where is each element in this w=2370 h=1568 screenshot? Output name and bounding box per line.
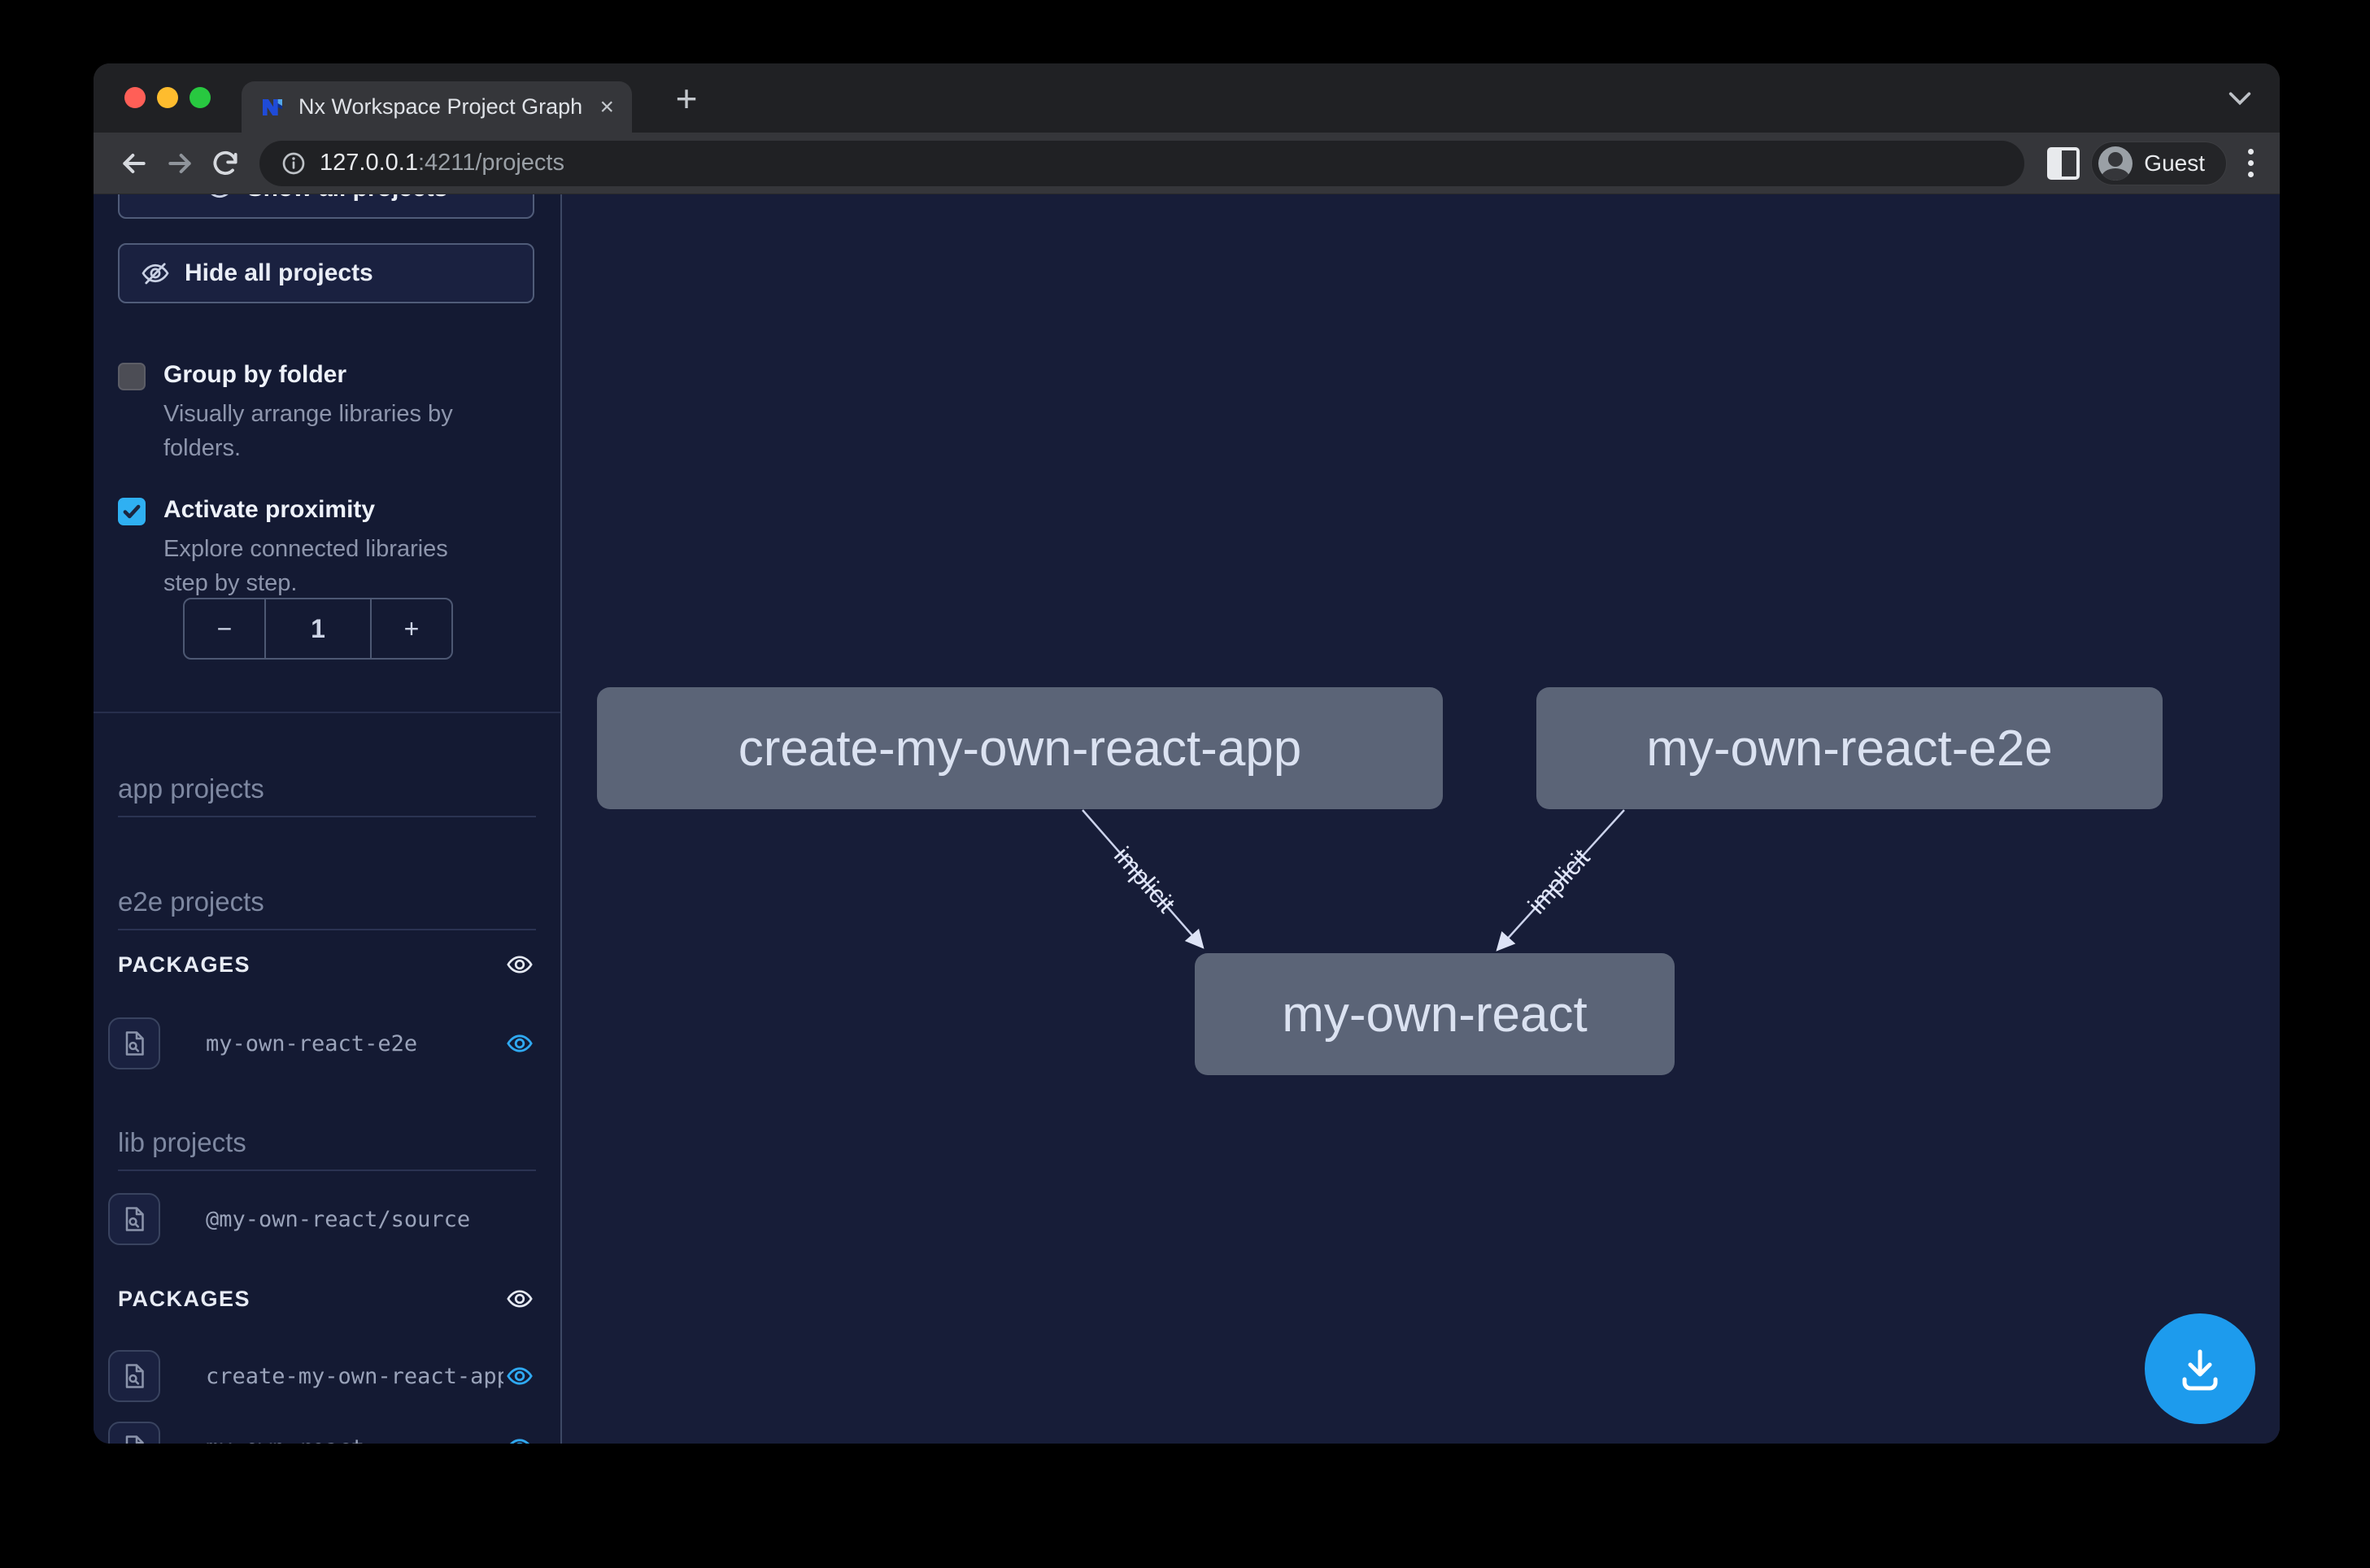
browser-window: Nx Workspace Project Graph × + (94, 63, 2280, 1444)
project-row-create-my-own-react-app[interactable]: create-my-own-react-app (108, 1350, 536, 1402)
tab-close-icon[interactable]: × (599, 95, 614, 120)
group-by-folder-row: Group by folder Visually arrange librari… (118, 361, 538, 465)
avatar (2098, 146, 2133, 181)
activate-proximity-label[interactable]: Activate proximity (163, 496, 538, 524)
file-search-icon[interactable] (108, 1422, 160, 1444)
graph-node-my-own-react-e2e[interactable]: my-own-react-e2e (1536, 687, 2163, 809)
forward-button[interactable] (157, 141, 203, 186)
profile-button[interactable]: Guest (2091, 142, 2227, 185)
show-all-projects-label: Show all projects (247, 194, 448, 203)
edge-e2e-to-my-own-react[interactable]: implicit (1497, 810, 1624, 950)
hide-all-projects-label: Hide all projects (185, 259, 373, 287)
project-name: my-own-react-e2e (206, 1031, 503, 1056)
group-by-folder-label[interactable]: Group by folder (163, 361, 538, 389)
activate-proximity-row: Activate proximity Explore connected lib… (118, 496, 538, 600)
side-panel-icon[interactable] (2047, 147, 2080, 180)
window-zoom-button[interactable] (190, 87, 211, 108)
project-visibility-eye-icon[interactable] (503, 1362, 536, 1390)
e2e-projects-header: e2e projects (118, 886, 536, 930)
file-search-icon[interactable] (108, 1017, 160, 1069)
project-name: create-my-own-react-app (206, 1364, 503, 1389)
packages-header-2: PACKAGES (118, 1285, 536, 1313)
screenshot-stage: Nx Workspace Project Graph × + (0, 0, 2370, 1568)
graph-edges: implicit implicit (562, 194, 2278, 1444)
url-text: 127.0.0.1:4211/projects (320, 150, 564, 176)
edge-label: implicit (1523, 843, 1596, 920)
window-close-button[interactable] (124, 87, 146, 108)
graph-node-create-my-own-react-app[interactable]: create-my-own-react-app (597, 687, 1443, 809)
proximity-depth-stepper: − 1 + (183, 598, 453, 660)
page-content: Show all projects Hide all projects Grou… (94, 194, 2280, 1444)
file-search-icon[interactable] (108, 1193, 160, 1245)
graph-node-my-own-react[interactable]: my-own-react (1195, 953, 1675, 1075)
site-info-icon[interactable] (281, 150, 307, 176)
activate-proximity-checkbox[interactable] (118, 498, 146, 525)
file-search-icon[interactable] (108, 1350, 160, 1402)
download-icon (2173, 1342, 2227, 1396)
edge-label: implicit (1109, 842, 1181, 919)
url-host: 127.0.0.1 (320, 150, 418, 176)
reload-button[interactable] (203, 141, 248, 186)
packages-header-1: PACKAGES (118, 951, 536, 978)
lib-projects-header: lib projects (118, 1127, 536, 1171)
browser-menu-icon[interactable] (2240, 149, 2262, 177)
toggle-all-packages-eye-icon[interactable] (503, 1285, 536, 1313)
profile-label: Guest (2144, 150, 2205, 176)
project-visibility-eye-icon[interactable] (503, 1434, 536, 1444)
new-tab-button[interactable]: + (663, 75, 710, 122)
packages-title: PACKAGES (118, 1287, 251, 1312)
tab-title: Nx Workspace Project Graph (298, 94, 586, 120)
address-bar[interactable]: 127.0.0.1:4211/projects (259, 141, 2024, 186)
group-by-folder-description: Visually arrange libraries by folders. (163, 397, 489, 465)
nx-favicon-icon (259, 94, 285, 120)
back-button[interactable] (111, 141, 157, 186)
tab-strip: Nx Workspace Project Graph × + (94, 63, 2280, 133)
toggle-all-packages-eye-icon[interactable] (503, 951, 536, 978)
project-name: @my-own-react/source (206, 1207, 536, 1232)
packages-title: PACKAGES (118, 952, 251, 978)
sidebar: Show all projects Hide all projects Grou… (94, 194, 562, 1444)
edge-create-app-to-my-own-react[interactable]: implicit (1083, 810, 1203, 947)
window-minimize-button[interactable] (157, 87, 178, 108)
eye-off-icon (141, 259, 170, 288)
project-graph-canvas[interactable]: implicit implicit create-my-own-react-ap… (562, 194, 2280, 1444)
app-projects-header: app projects (118, 773, 536, 817)
project-row-my-own-react-e2e[interactable]: my-own-react-e2e (108, 1017, 536, 1069)
chevron-down-icon[interactable] (2226, 88, 2254, 109)
increase-button[interactable]: + (370, 599, 451, 658)
activate-proximity-description: Explore connected libraries step by step… (163, 532, 489, 600)
browser-tab[interactable]: Nx Workspace Project Graph × (242, 81, 632, 133)
project-row-my-own-react-source[interactable]: @my-own-react/source (108, 1193, 536, 1245)
depth-value: 1 (266, 599, 370, 658)
project-row-my-own-react[interactable]: my-own-react (108, 1422, 536, 1444)
project-name: my-own-react (206, 1435, 503, 1444)
show-all-projects-button[interactable]: Show all projects (118, 194, 534, 219)
group-by-folder-checkbox[interactable] (118, 363, 146, 390)
eye-icon (205, 194, 234, 203)
project-visibility-eye-icon[interactable] (503, 1030, 536, 1057)
url-path: :4211/projects (418, 150, 564, 176)
decrease-button[interactable]: − (185, 599, 266, 658)
browser-toolbar: 127.0.0.1:4211/projects Guest (94, 133, 2280, 194)
sidebar-divider (94, 712, 560, 713)
download-graph-button[interactable] (2145, 1313, 2255, 1424)
hide-all-projects-button[interactable]: Hide all projects (118, 243, 534, 303)
